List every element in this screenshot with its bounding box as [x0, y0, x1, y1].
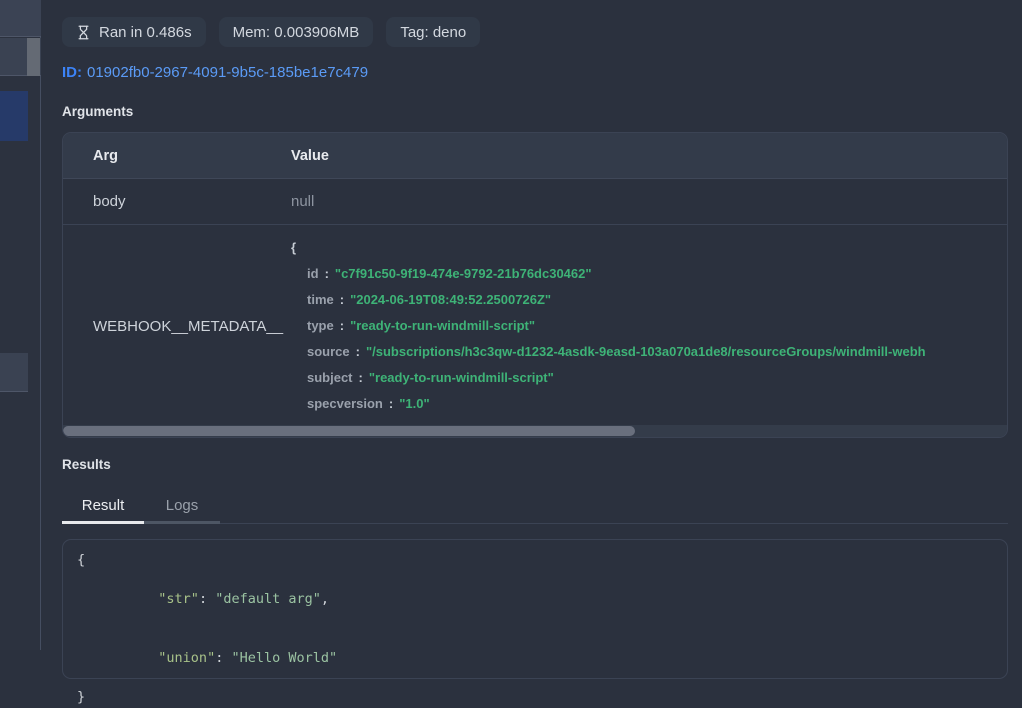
object-open-brace: { — [291, 235, 1007, 261]
json-value: "default arg" — [215, 591, 321, 607]
arg-name: body — [63, 193, 261, 210]
tag-badge-label: Tag: deno — [400, 24, 466, 41]
result-line-union: "union": "Hello World" — [77, 629, 993, 688]
object-key: time — [307, 292, 334, 307]
object-value: "2024-06-19T08:49:52.2500726Z" — [350, 292, 551, 307]
hourglass-icon — [76, 25, 91, 40]
result-json-panel: { "str": "default arg", "union": "Hello … — [62, 539, 1008, 679]
sidebar — [0, 0, 41, 650]
memory-badge-label: Mem: 0.003906MB — [233, 24, 360, 41]
object-entry-subject: subject: "ready-to-run-windmill-script" — [291, 365, 1007, 391]
arguments-table-header: Arg Value — [63, 133, 1007, 179]
result-line-str: "str": "default arg", — [77, 571, 993, 630]
json-colon: : — [199, 591, 215, 607]
horizontal-scrollbar-track — [63, 425, 1007, 437]
json-key: "str" — [158, 591, 199, 607]
object-entry-time: time: "2024-06-19T08:49:52.2500726Z" — [291, 287, 1007, 313]
tab-result[interactable]: Result — [62, 492, 144, 524]
column-header-arg: Arg — [63, 148, 261, 164]
object-viewer: { id: "c7f91c50-9f19-474e-9792-21b76dc304… — [261, 235, 1007, 417]
run-detail-panel: Ran in 0.486s Mem: 0.003906MB Tag: deno … — [42, 0, 1022, 650]
table-row-body: body null — [63, 179, 1007, 225]
object-value: "ready-to-run-windmill-script" — [350, 318, 535, 333]
arguments-title: Arguments — [62, 104, 1008, 119]
object-value: "1.0" — [399, 396, 429, 411]
results-tabs: Result Logs — [62, 492, 1008, 524]
object-value: "ready-to-run-windmill-script" — [369, 370, 554, 385]
job-id-label: ID: — [62, 64, 82, 81]
object-entry-source: source: "/subscriptions/h3c3qw-d1232-4asd… — [291, 339, 1007, 365]
horizontal-scrollbar-thumb[interactable] — [63, 426, 635, 436]
arg-name: WEBHOOK__METADATA__ — [63, 235, 261, 417]
duration-badge: Ran in 0.486s — [62, 17, 206, 47]
json-colon: : — [215, 650, 231, 666]
object-entry-id: id: "c7f91c50-9f19-474e-9792-21b76dc30462… — [291, 261, 1007, 287]
column-header-value: Value — [261, 148, 1007, 164]
arg-value: null — [261, 193, 1007, 210]
object-colon: : — [356, 344, 360, 359]
json-value: "Hello World" — [231, 650, 337, 666]
object-entry-specversion: specversion: "1.0" — [291, 391, 1007, 417]
job-id-value[interactable]: 01902fb0-2967-4091-9b5c-185be1e7c479 — [87, 64, 368, 81]
result-open-brace: { — [77, 551, 993, 571]
json-key: "union" — [158, 650, 215, 666]
json-comma: , — [321, 591, 329, 607]
memory-badge: Mem: 0.003906MB — [219, 17, 374, 47]
object-value: "/subscriptions/h3c3qw-d1232-4asdk-9easd… — [366, 344, 926, 359]
object-colon: : — [359, 370, 363, 385]
indent — [126, 650, 159, 666]
object-entry-type: type: "ready-to-run-windmill-script" — [291, 313, 1007, 339]
object-key: specversion — [307, 396, 383, 411]
sidebar-scroll-thumb[interactable] — [27, 38, 40, 76]
object-key: source — [307, 344, 350, 359]
object-colon: : — [325, 266, 329, 281]
sidebar-item-second[interactable] — [0, 38, 41, 76]
table-row-webhook-metadata: WEBHOOK__METADATA__ { id: "c7f91c50-9f19-… — [63, 225, 1007, 425]
sidebar-item-selected[interactable] — [0, 91, 28, 141]
object-key: subject — [307, 370, 353, 385]
results-title: Results — [62, 457, 1008, 472]
sidebar-item-lower[interactable] — [0, 353, 28, 392]
arguments-table: Arg Value body null WEBHOOK__METADATA__ … — [62, 132, 1008, 438]
object-value: "c7f91c50-9f19-474e-9792-21b76dc30462" — [335, 266, 592, 281]
object-colon: : — [340, 292, 344, 307]
tab-logs[interactable]: Logs — [144, 492, 220, 524]
indent — [126, 591, 159, 607]
object-key: type — [307, 318, 334, 333]
object-colon: : — [340, 318, 344, 333]
result-close-brace: } — [77, 688, 993, 708]
object-key: id — [307, 266, 319, 281]
run-stats-badges: Ran in 0.486s Mem: 0.003906MB Tag: deno — [62, 17, 1008, 47]
object-colon: : — [389, 396, 393, 411]
duration-badge-label: Ran in 0.486s — [99, 24, 192, 41]
tag-badge: Tag: deno — [386, 17, 480, 47]
job-id-line: ID: 01902fb0-2967-4091-9b5c-185be1e7c479 — [62, 64, 1008, 81]
sidebar-item-top[interactable] — [0, 0, 41, 37]
